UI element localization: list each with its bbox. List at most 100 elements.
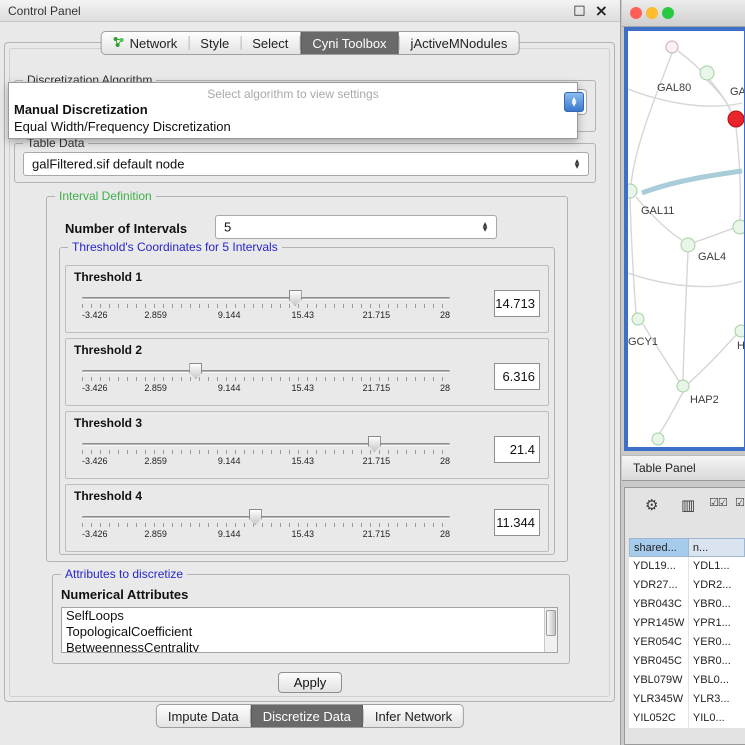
network-node-green[interactable] (652, 433, 664, 445)
titlebar-buttons: □ × (573, 1, 608, 21)
numerical-attributes-list[interactable]: SelfLoopsTopologicalCoefficientBetweenne… (61, 607, 558, 653)
slider-scale-label: 28 (440, 383, 450, 393)
control-panel: Control Panel □ × Network Style Select Cyni… (0, 0, 620, 745)
select-all-columns-icon[interactable]: ☑☑ (709, 496, 727, 509)
column-header-1[interactable]: shared... (629, 538, 689, 557)
slider-scale-label: 2.859 (144, 310, 167, 320)
tab-label: Network (130, 36, 178, 51)
table-cell: YDL19... (629, 557, 689, 576)
zoom-traffic-light-icon[interactable] (662, 7, 674, 19)
node-label-h: H (737, 340, 744, 352)
network-node-green[interactable] (632, 313, 644, 325)
table-row[interactable]: YLR345WYLR3... (629, 690, 745, 709)
minimize-traffic-light-icon[interactable] (646, 7, 658, 19)
attribute-items: SelfLoopsTopologicalCoefficientBetweenne… (62, 608, 557, 653)
slider-scale-label: -3.426 (82, 310, 108, 320)
list-item-betweennesscentrality[interactable]: BetweennessCentrality (62, 640, 557, 653)
network-node-green[interactable] (735, 325, 744, 337)
threshold-value-input[interactable] (494, 363, 540, 390)
algorithm-option-equal-width-frequency-discretization[interactable]: Equal Width/Frequency Discretization (9, 118, 577, 135)
scrollbar-thumb[interactable] (546, 610, 556, 636)
table-toolbar: ⚙▥☑☑☑ (625, 488, 745, 528)
tab-label: Discretize Data (263, 709, 351, 724)
close-icon[interactable]: × (595, 1, 608, 21)
table-row[interactable]: YER054CYER0... (629, 633, 745, 652)
float-window-icon[interactable]: □ (573, 1, 585, 21)
close-traffic-light-icon[interactable] (630, 7, 642, 19)
tab-infer-network[interactable]: Infer Network (364, 705, 463, 727)
algorithm-option-manual-discretization[interactable]: Manual Discretization (9, 101, 577, 118)
network-node-green[interactable] (681, 238, 695, 252)
table-row[interactable]: YDL19...YDL1... (629, 557, 745, 576)
table-data-combobox[interactable]: galFiltered.sif default node ▲ ▼ (23, 152, 589, 176)
threshold-value-input[interactable] (494, 436, 540, 463)
table-cell: YDR2... (689, 576, 745, 595)
application-window: Control Panel □ × Network Style Select Cyni… (0, 0, 745, 745)
tab-network[interactable]: Network (102, 32, 189, 54)
table-cell: YIL0... (689, 709, 745, 728)
top-tabs: Network Style Select Cyni Toolbox jActiveMNo… (101, 31, 520, 55)
combo-stepper-icon[interactable]: ▲ ▼ (571, 157, 583, 171)
slider-track (82, 370, 450, 373)
tab-cyni-toolbox[interactable]: Cyni Toolbox (300, 32, 398, 54)
tab-select[interactable]: Select (241, 32, 299, 54)
slider-ticks (82, 523, 450, 527)
table-data-group: Table Data galFiltered.sif default node … (14, 143, 596, 183)
slider-scale: -3.4262.8599.14415.4321.71528 (82, 456, 450, 467)
threshold-label: Threshold 1 (74, 270, 142, 284)
slider-scale-label: 21.715 (363, 310, 391, 320)
table-row[interactable]: YPR145WYPR1... (629, 614, 745, 633)
tab-label: Cyni Toolbox (312, 36, 386, 51)
list-item-topologicalcoefficient[interactable]: TopologicalCoefficient (62, 624, 557, 640)
network-edge (683, 252, 688, 380)
network-node-green[interactable] (700, 66, 714, 80)
threshold-slider[interactable]: -3.4262.8599.14415.4321.71528 (80, 288, 452, 330)
table-row[interactable]: YBL079WYBL0... (629, 671, 745, 690)
list-scrollbar[interactable] (544, 608, 557, 652)
network-node-green[interactable] (628, 184, 637, 198)
combo-stepper-icon[interactable]: ▲ ▼ (564, 92, 584, 112)
threshold-slider[interactable]: -3.4262.8599.14415.4321.71528 (80, 507, 452, 549)
tab-jactivemnodules[interactable]: jActiveMNodules (400, 32, 519, 54)
table-row[interactable]: YBR045CYBR0... (629, 652, 745, 671)
network-node-pink[interactable] (666, 41, 678, 53)
table-cell: YPR1... (689, 614, 745, 633)
column-header-2[interactable]: n... (689, 538, 745, 557)
threshold-slider[interactable]: -3.4262.8599.14415.4321.71528 (80, 434, 452, 476)
table-row[interactable]: YIL052CYIL0... (629, 709, 745, 728)
threshold-value-input[interactable] (494, 290, 540, 317)
slider-scale: -3.4262.8599.14415.4321.71528 (82, 310, 450, 321)
tab-discretize-data[interactable]: Discretize Data (251, 705, 363, 727)
network-node-green[interactable] (733, 220, 744, 234)
panel-title: Control Panel (8, 4, 81, 18)
network-node-green[interactable] (677, 380, 689, 392)
network-canvas[interactable]: GAL80GAGAL11GAL4GCY1HHAP2 (628, 31, 744, 447)
tab-impute-data[interactable]: Impute Data (157, 705, 250, 727)
network-view[interactable]: GAL80GAGAL11GAL4GCY1HHAP2 (624, 27, 745, 451)
slider-scale-label: 15.43 (292, 383, 315, 393)
slider-ticks (82, 304, 450, 308)
node-label-gcy1: GCY1 (628, 336, 658, 348)
tab-style[interactable]: Style (189, 32, 240, 54)
columns-icon[interactable]: ▥ (681, 496, 695, 514)
number-of-intervals-combobox[interactable]: 5 ▲ ▼ (215, 215, 497, 239)
down-arrow-icon: ▼ (572, 102, 577, 107)
list-item-selfloops[interactable]: SelfLoops (62, 608, 557, 624)
table-row[interactable]: YDR27...YDR2... (629, 576, 745, 595)
settings-gear-icon[interactable]: ⚙ (645, 496, 658, 514)
threshold-slider[interactable]: -3.4262.8599.14415.4321.71528 (80, 361, 452, 403)
down-arrow-icon: ▼ (483, 227, 488, 232)
network-edge (689, 335, 736, 383)
tab-label: Select (252, 36, 288, 51)
network-node-red[interactable] (728, 111, 744, 127)
table-row[interactable]: YBR043CYBR0... (629, 595, 745, 614)
threshold-value-input[interactable] (494, 509, 540, 536)
tab-label: Style (200, 36, 229, 51)
table-cell: YLR345W (629, 690, 689, 709)
group-label: Threshold's Coordinates for 5 Intervals (68, 240, 282, 254)
select-column-icon[interactable]: ☑ (735, 496, 745, 509)
combo-stepper-icon[interactable]: ▲ ▼ (479, 220, 491, 234)
thresholds-container: Threshold 1 -3.4262.8599.14415.4321.71528… (60, 260, 554, 552)
apply-button[interactable]: Apply (278, 672, 342, 693)
table-cell: YER0... (689, 633, 745, 652)
